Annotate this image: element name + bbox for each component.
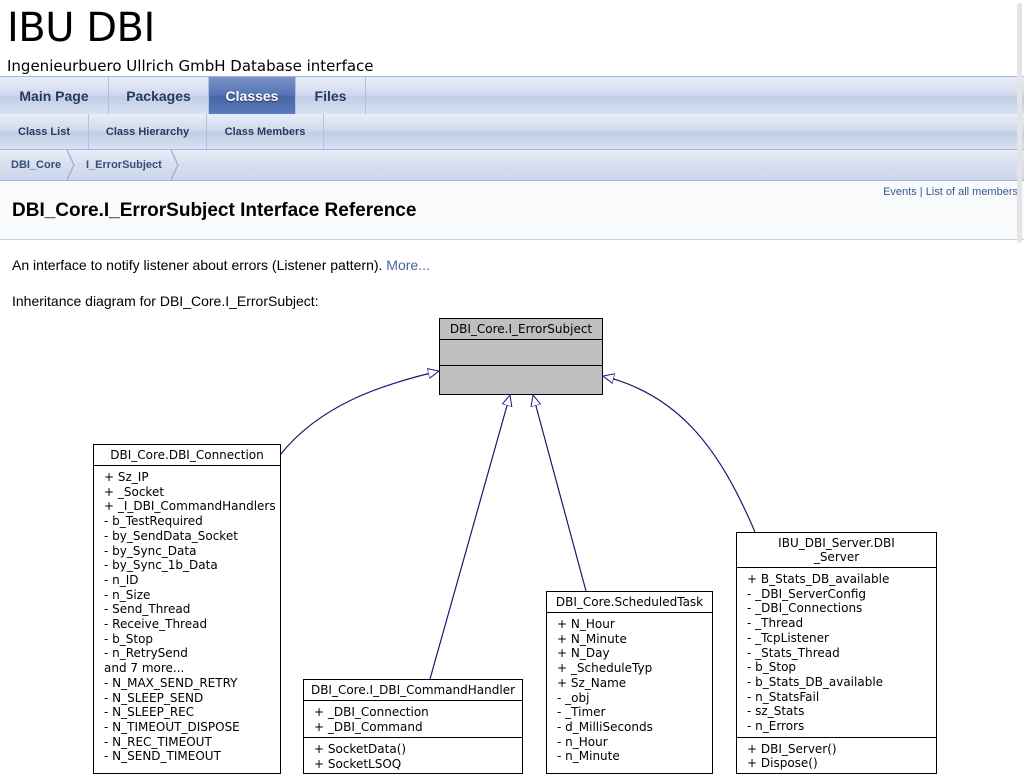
class-name: DBI_Core.I_ErrorSubject	[440, 319, 602, 340]
class-member: - b_Stats_DB_available	[747, 674, 884, 689]
class-methods-section	[440, 366, 602, 390]
class-member: - _DBI_ServerConfig	[747, 586, 867, 601]
inheritance-edge-scheduled-task	[533, 395, 587, 592]
class-member: - N_TIMEOUT_DISPOSE	[104, 719, 240, 734]
class-member: + N_Hour	[557, 617, 615, 631]
class-member: - _obj	[557, 690, 590, 705]
class-member: - _TcpListener	[747, 630, 829, 645]
class-member: - by_Sync_1b_Data	[104, 558, 218, 573]
class-member: - N_SLEEP_REC	[104, 705, 195, 720]
class-member: - _Timer	[557, 705, 606, 720]
class-name: IBU_DBI_Server.DBI _Server	[737, 533, 936, 568]
class-box-dbi-connection[interactable]: DBI_Core.DBI_Connection + Sz_IP + _Socket…	[93, 444, 281, 774]
class-member: - N_SLEEP_SEND	[104, 690, 204, 705]
class-member: and 7 more...	[104, 661, 185, 676]
class-attributes-section: + B_Stats_DB_available - _DBI_ServerConfi…	[737, 568, 936, 738]
class-attributes-section	[440, 340, 602, 366]
class-member: - n_Size	[104, 587, 151, 602]
class-member: + Sz_Name	[557, 675, 627, 690]
class-box-i-errorsubject[interactable]: DBI_Core.I_ErrorSubject	[439, 318, 603, 395]
class-member: - b_Stop	[104, 631, 154, 646]
class-member: + _ScheduleTyp	[557, 661, 653, 676]
class-methods-section: + SocketData() + SocketLSOQ	[304, 738, 522, 774]
class-attributes-section: + _DBI_Connection + _DBI_Command	[304, 701, 522, 739]
class-member: - b_Stop	[747, 660, 797, 675]
inheritance-edge-server	[603, 376, 756, 533]
class-member: - n_StatsFail	[747, 689, 820, 704]
class-member: - b_TestRequired	[104, 514, 203, 529]
class-member: + _DBI_Command	[314, 719, 423, 734]
class-member: - sz_Stats	[747, 704, 805, 719]
class-box-dbi-server[interactable]: IBU_DBI_Server.DBI _Server + B_Stats_DB_…	[736, 532, 937, 774]
class-member: - n_Minute	[557, 749, 620, 764]
class-box-scheduled-task[interactable]: DBI_Core.ScheduledTask + N_Hour + N_Minut…	[546, 591, 713, 774]
scrollbar[interactable]	[1017, 3, 1022, 243]
class-member: - d_MilliSeconds	[557, 719, 653, 734]
class-member: + _Socket	[104, 484, 165, 499]
class-member: - _Thread	[747, 616, 804, 631]
class-name: DBI_Core.DBI_Connection	[94, 445, 280, 466]
class-member: + _I_DBI_CommandHandlers	[104, 499, 276, 514]
class-methods-section: + DBI_Server() + Dispose()	[737, 738, 936, 774]
inheritance-edge-command-handler	[429, 395, 510, 680]
class-name-line: _Server	[813, 550, 860, 564]
class-member: - by_Sync_Data	[104, 543, 197, 558]
class-member: - by_SendData_Socket	[104, 528, 238, 543]
class-member: + Sz_IP	[104, 470, 149, 484]
class-member: - N_REC_TIMEOUT	[104, 734, 212, 749]
class-member: - n_Errors	[747, 719, 805, 734]
class-member: - n_Hour	[557, 734, 608, 749]
class-member: + SocketData()	[314, 742, 407, 757]
class-member: - _DBI_Connections	[747, 601, 863, 616]
class-member: + N_Minute	[557, 631, 627, 646]
class-member: - Receive_Thread	[104, 617, 208, 632]
class-member: - _Stats_Thread	[747, 645, 840, 660]
class-member: + DBI_Server()	[747, 741, 837, 756]
class-attributes-section: + N_Hour + N_Minute + N_Day + _ScheduleTyp +…	[547, 613, 712, 767]
class-member: + N_Day	[557, 646, 610, 661]
class-member: - n_RetrySend	[104, 646, 188, 661]
class-name: DBI_Core.I_DBI_CommandHandler	[304, 680, 522, 701]
class-member: - n_ID	[104, 572, 139, 587]
class-name-line: IBU_DBI_Server.DBI	[778, 536, 895, 550]
class-box-command-handler[interactable]: DBI_Core.I_DBI_CommandHandler + _DBI_Con…	[303, 679, 523, 774]
class-member: + _DBI_Connection	[314, 705, 429, 719]
class-name: DBI_Core.ScheduledTask	[547, 592, 712, 613]
class-member: + B_Stats_DB_available	[747, 572, 890, 586]
class-member: - Send_Thread	[104, 602, 191, 617]
class-attributes-section: + Sz_IP + _Socket + _I_DBI_CommandHandlers…	[94, 466, 280, 767]
class-member: + Dispose()	[747, 756, 818, 771]
class-member: - N_SEND_TIMEOUT	[104, 749, 221, 764]
inheritance-edge-connection	[279, 371, 439, 456]
class-member: - N_MAX_SEND_RETRY	[104, 675, 238, 690]
class-member: + SocketLSOQ	[314, 757, 402, 772]
